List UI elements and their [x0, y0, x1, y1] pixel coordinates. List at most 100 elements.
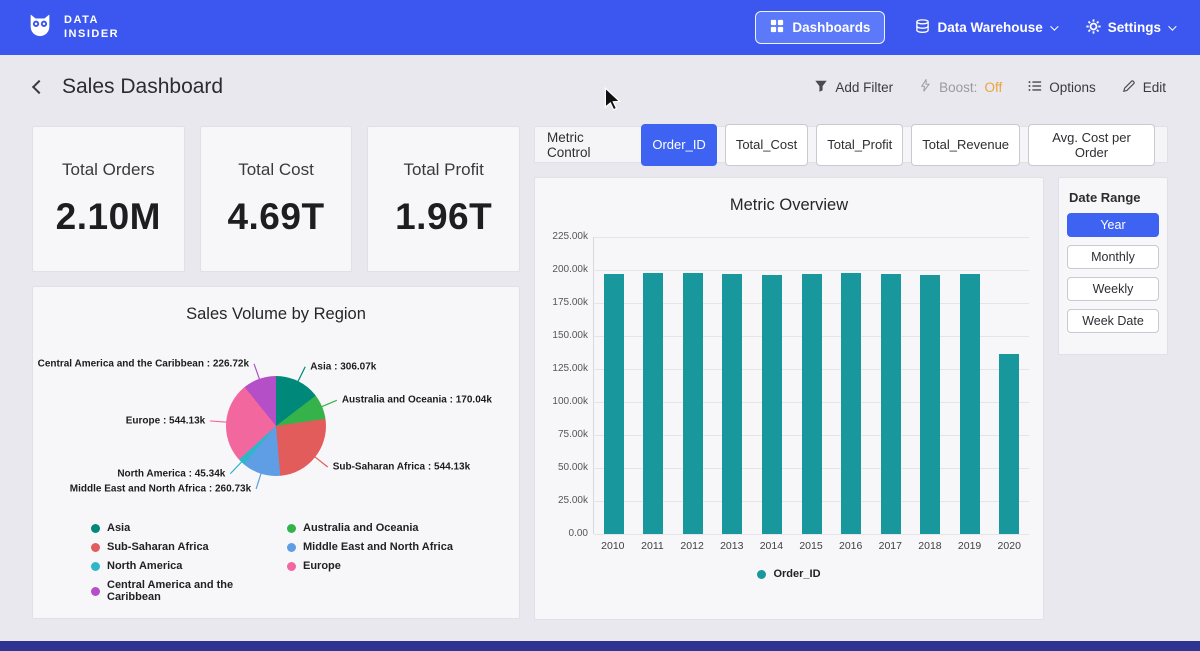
dashboard-header: Sales Dashboard Add Filter Boost: Off Op…: [0, 55, 1200, 119]
legend-item-north-america: North America: [91, 560, 287, 572]
back-button[interactable]: [32, 80, 46, 94]
bar-2016[interactable]: [841, 273, 861, 534]
y-axis-tick: 100.00k: [538, 396, 588, 407]
bar-2012[interactable]: [683, 273, 703, 534]
metric-button-order-id[interactable]: Order_ID: [641, 124, 716, 166]
bar-2015[interactable]: [802, 274, 822, 534]
legend-item-asia: Asia: [91, 522, 287, 534]
gear-icon: [1086, 19, 1101, 37]
pie-leader-line: [256, 472, 261, 489]
metric-button-total-revenue[interactable]: Total_Revenue: [911, 124, 1020, 166]
date-range-label: Date Range: [1069, 190, 1159, 205]
owl-logo-icon: [26, 11, 54, 44]
x-axis-tick: 2020: [989, 540, 1029, 552]
y-axis-tick: 125.00k: [538, 363, 588, 374]
dashboards-label: Dashboards: [792, 20, 870, 35]
bar-cell: [950, 237, 990, 534]
brand-line1: DATA: [64, 14, 119, 28]
legend-label: Europe: [303, 560, 341, 572]
bar-cell: [634, 237, 674, 534]
date-range-button-year[interactable]: Year: [1067, 213, 1159, 237]
legend-item-middle-east-and-north-africa: Middle East and North Africa: [287, 541, 519, 553]
bar-2020[interactable]: [999, 354, 1019, 534]
boost-label: Boost:: [939, 80, 977, 95]
legend-label: North America: [107, 560, 182, 572]
y-axis-tick: 50.00k: [538, 462, 588, 473]
y-axis-tick: 150.00k: [538, 330, 588, 341]
bar-2019[interactable]: [960, 274, 980, 534]
legend-item-sub-saharan-africa: Sub-Saharan Africa: [91, 541, 287, 553]
bar-cell: [831, 237, 871, 534]
bar-cell: [752, 237, 792, 534]
kpi-value: 2.10M: [56, 196, 161, 238]
bar-2013[interactable]: [722, 274, 742, 534]
list-options-icon: [1028, 79, 1042, 96]
bar-2017[interactable]: [881, 274, 901, 534]
metric-button-total-cost[interactable]: Total_Cost: [725, 124, 808, 166]
page-title: Sales Dashboard: [62, 75, 223, 99]
metric-control-bar: Metric Control Order_IDTotal_CostTotal_P…: [534, 126, 1168, 163]
legend-dot: [757, 570, 766, 579]
legend-item-europe: Europe: [287, 560, 519, 572]
bar-2014[interactable]: [762, 275, 782, 534]
bar-2010[interactable]: [604, 274, 624, 534]
options-button[interactable]: Options: [1028, 79, 1096, 96]
bar-cell: [989, 237, 1029, 534]
date-range-button-weekly[interactable]: Weekly: [1067, 277, 1159, 301]
data-warehouse-menu[interactable]: Data Warehouse: [915, 19, 1055, 37]
pie-chart: Asia : 306.07kAustralia and Oceania : 17…: [33, 330, 519, 512]
date-range-button-week-date[interactable]: Week Date: [1067, 309, 1159, 333]
pie-leader-line: [210, 421, 228, 422]
chevron-down-icon: [1168, 22, 1176, 30]
legend-dot: [91, 587, 100, 596]
kpi-total-profit: Total Profit 1.96T: [367, 126, 520, 272]
bar-cell: [792, 237, 832, 534]
y-axis-tick: 175.00k: [538, 297, 588, 308]
bar-cell: [594, 237, 634, 534]
bar-2011[interactable]: [643, 273, 663, 534]
metric-control-label: Metric Control: [547, 130, 629, 160]
bar-2018[interactable]: [920, 275, 940, 534]
bar-chart-title: Metric Overview: [535, 178, 1043, 215]
pie-leader-line: [297, 367, 305, 383]
metric-button-total-profit[interactable]: Total_Profit: [816, 124, 903, 166]
bar-chart-x-axis: 2010201120122013201420152016201720182019…: [593, 540, 1029, 552]
legend-dot: [287, 543, 296, 552]
pie-leader-line: [314, 456, 328, 467]
legend-dot: [287, 562, 296, 571]
settings-menu[interactable]: Settings: [1086, 19, 1174, 37]
legend-label: Asia: [107, 522, 130, 534]
edit-button[interactable]: Edit: [1122, 79, 1166, 96]
legend-item-australia-and-oceania: Australia and Oceania: [287, 522, 519, 534]
kpi-value: 1.96T: [395, 196, 492, 238]
filter-funnel-icon: [814, 79, 828, 96]
bars-row: [594, 237, 1029, 534]
legend-item-central-america-and-the-caribbean: Central America and the Caribbean: [91, 579, 287, 603]
add-filter-button[interactable]: Add Filter: [814, 79, 893, 96]
bar-chart-plot: 225.00k200.00k175.00k150.00k125.00k100.0…: [593, 237, 1029, 534]
pie-slice-label-north-america: North America : 45.34k: [117, 468, 225, 479]
database-icon: [915, 19, 930, 37]
pie-leader-line: [320, 400, 337, 407]
legend-label: Middle East and North Africa: [303, 541, 453, 553]
boost-toggle[interactable]: Boost: Off: [919, 79, 1002, 95]
metric-button-avg-cost-per-order[interactable]: Avg. Cost per Order: [1028, 124, 1155, 166]
legend-label: Sub-Saharan Africa: [107, 541, 209, 553]
dashboards-button[interactable]: Dashboards: [755, 11, 885, 44]
gridline: [594, 534, 1029, 535]
y-axis-tick: 25.00k: [538, 495, 588, 506]
x-axis-tick: 2018: [910, 540, 950, 552]
y-axis-tick: 75.00k: [538, 429, 588, 440]
x-axis-tick: 2010: [593, 540, 633, 552]
bar-chart-legend: Order_ID: [535, 568, 1043, 580]
x-axis-tick: 2017: [870, 540, 910, 552]
date-range-button-monthly[interactable]: Monthly: [1067, 245, 1159, 269]
settings-label: Settings: [1108, 20, 1161, 35]
kpi-label: Total Profit: [404, 160, 484, 180]
x-axis-tick: 2012: [672, 540, 712, 552]
pie-slice-label-sub-saharan-africa: Sub-Saharan Africa : 544.13k: [333, 462, 470, 473]
x-axis-tick: 2015: [791, 540, 831, 552]
pie-leader-line: [254, 364, 260, 381]
x-axis-tick: 2014: [752, 540, 792, 552]
kpi-row: Total Orders 2.10M Total Cost 4.69T Tota…: [32, 126, 520, 272]
